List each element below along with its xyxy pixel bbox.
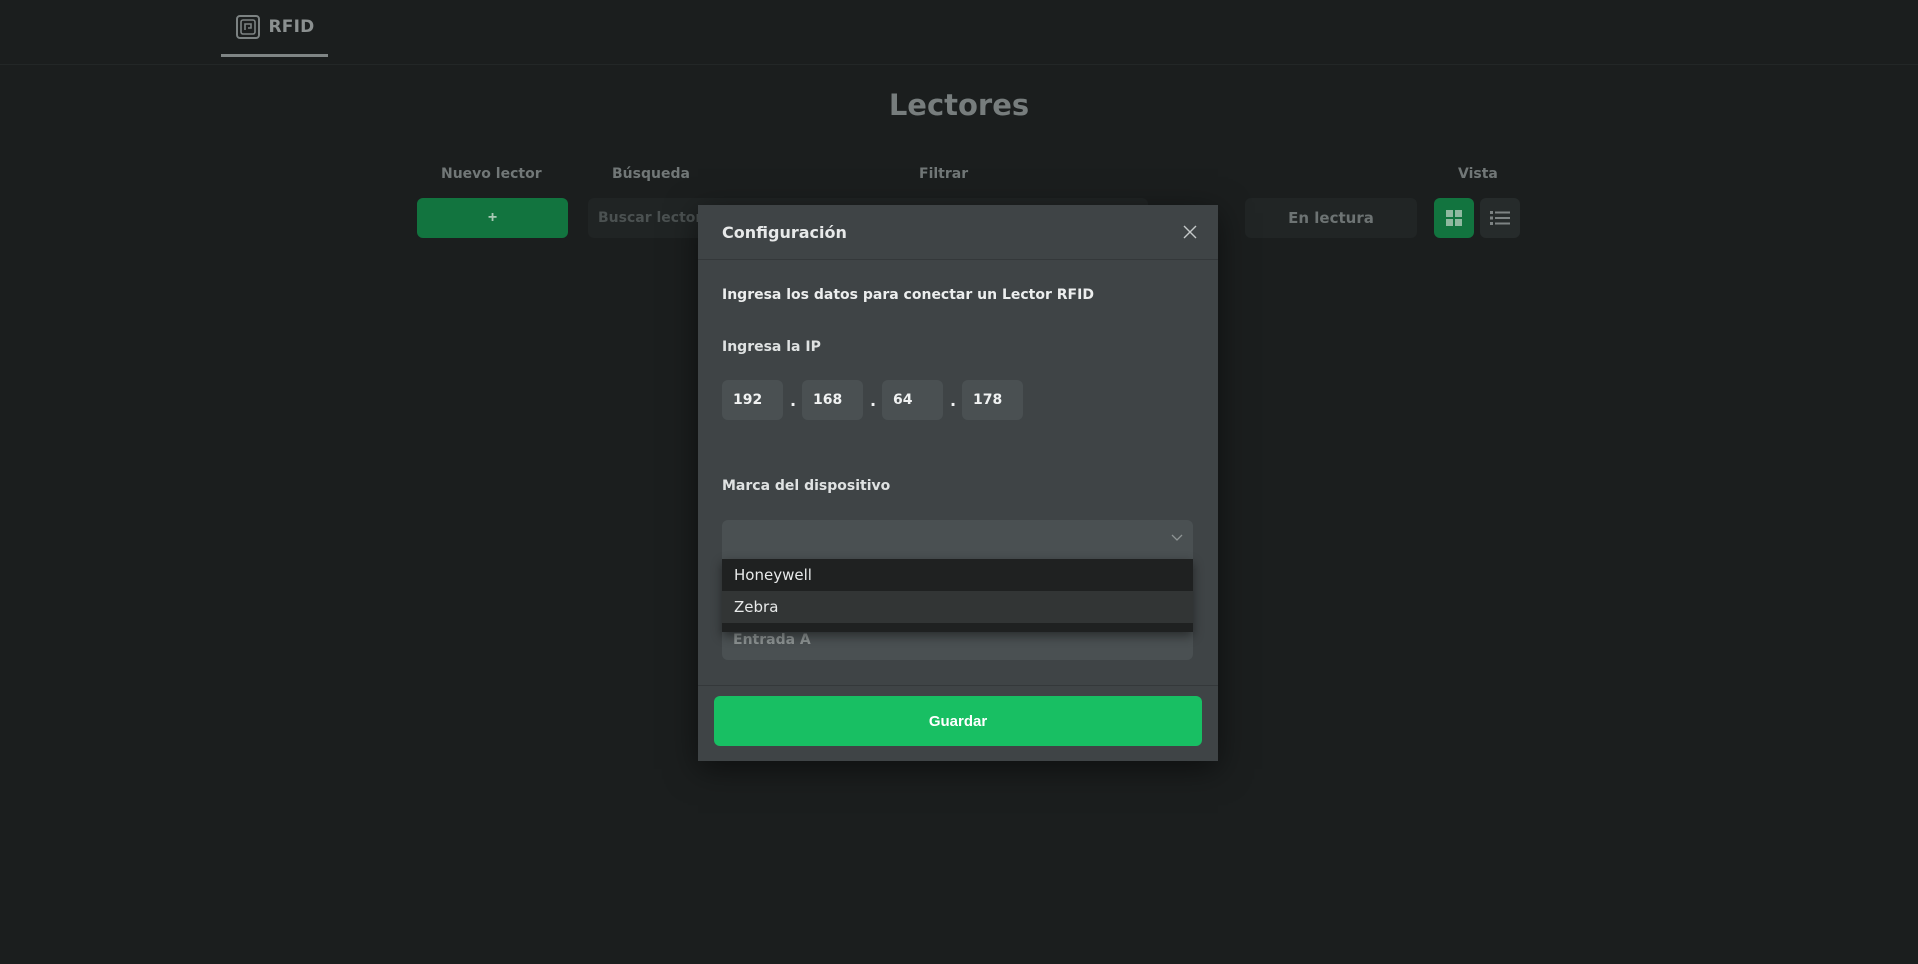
ip-octet-2-input[interactable]: 168 <box>802 380 863 420</box>
ip-octet-4-input[interactable]: 178 <box>962 380 1023 420</box>
brand-select[interactable] <box>722 520 1193 560</box>
ip-octet-1-input[interactable]: 192 <box>722 380 783 420</box>
ip-octet-3-input[interactable]: 64 <box>882 380 943 420</box>
configuration-modal: Configuración Ingresa los datos para con… <box>698 205 1218 761</box>
brand-option-zebra[interactable]: Zebra <box>722 591 1193 623</box>
close-button[interactable] <box>1180 222 1200 242</box>
brand-dropdown-menu: Honeywell Zebra <box>722 559 1193 632</box>
brand-select-label: Marca del dispositivo <box>722 478 891 494</box>
modal-intro-text: Ingresa los datos para conectar un Lecto… <box>722 287 1094 303</box>
ip-label: Ingresa la IP <box>722 339 821 355</box>
chevron-down-icon <box>1171 534 1183 541</box>
ip-separator: . <box>870 391 877 410</box>
ip-separator: . <box>790 391 797 410</box>
close-icon <box>1183 225 1197 239</box>
brand-option-honeywell[interactable]: Honeywell <box>722 559 1193 591</box>
modal-title: Configuración <box>722 222 847 242</box>
ip-separator: . <box>950 391 957 410</box>
modal-header: Configuración <box>698 205 1218 260</box>
save-button[interactable]: Guardar <box>714 696 1202 746</box>
